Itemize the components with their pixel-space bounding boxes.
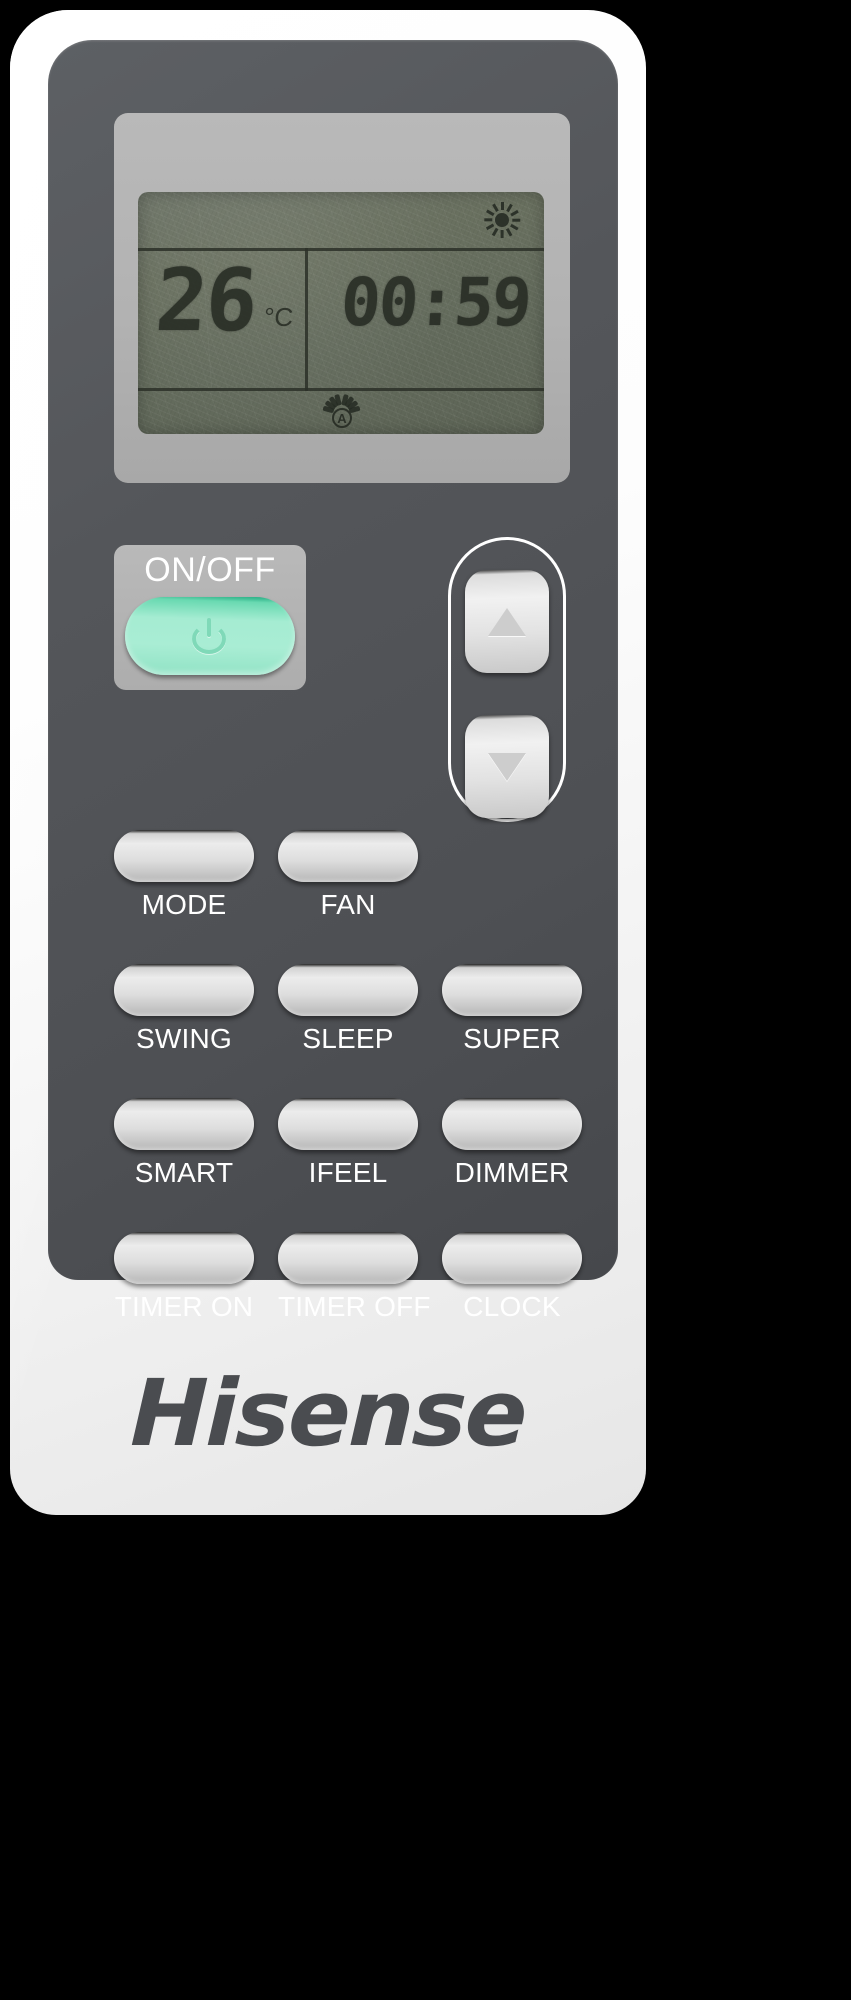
button-cell-mode[interactable]: MODE — [114, 830, 254, 921]
clock-readout: 00:59 — [330, 264, 533, 341]
button-cell-smart[interactable]: SMART — [114, 1098, 254, 1189]
smart-label: SMART — [134, 1157, 234, 1188]
dimmer-label: DIMMER — [454, 1157, 570, 1188]
temperature-unit: °C — [262, 302, 294, 332]
clock-button[interactable] — [442, 1232, 582, 1284]
fan-label: FAN — [320, 889, 376, 920]
timer-on-label: TIMER ON — [114, 1291, 254, 1322]
button-row-2: SWING SLEEP SUPER — [114, 964, 582, 1098]
button-cell-timer-on[interactable]: TIMER ON — [114, 1232, 254, 1323]
button-grid: MODE FAN SWING SLEEP SUPER SMART IFEEL D… — [114, 830, 582, 1366]
sleep-label: SLEEP — [302, 1023, 394, 1054]
button-cell-swing[interactable]: SWING — [114, 964, 254, 1055]
remote-body: 26 °C 00:59 A ON/OFF MODE FAN SWING SLEE… — [10, 10, 646, 1515]
button-cell-sleep[interactable]: SLEEP — [278, 964, 418, 1055]
button-cell-clock[interactable]: CLOCK — [442, 1232, 582, 1323]
temperature-down-button[interactable] — [465, 715, 549, 818]
button-row-1: MODE FAN — [114, 830, 582, 964]
mode-label: MODE — [141, 889, 227, 920]
power-label: ON/OFF — [144, 551, 276, 589]
triangle-up-icon — [488, 607, 526, 636]
fan-auto-letter: A — [332, 408, 352, 428]
fan-auto-icon: A — [313, 392, 369, 434]
lcd-screen: 26 °C 00:59 A — [138, 192, 544, 434]
super-label: SUPER — [463, 1023, 561, 1054]
brand-text: Hisense — [128, 1360, 528, 1467]
button-cell-super[interactable]: SUPER — [442, 964, 582, 1055]
mode-button[interactable] — [114, 830, 254, 882]
lcd-divider-vertical — [305, 248, 308, 391]
temperature-up-button[interactable] — [465, 570, 549, 673]
sun-icon — [484, 202, 521, 238]
sleep-button[interactable] — [278, 964, 418, 1016]
swing-label: SWING — [136, 1023, 232, 1054]
ifeel-label: IFEEL — [308, 1157, 388, 1188]
lcd-bezel: 26 °C 00:59 A — [114, 113, 570, 483]
triangle-down-icon — [488, 752, 526, 781]
timer-off-label: TIMER OFF — [278, 1291, 431, 1322]
power-pad: ON/OFF — [114, 545, 306, 690]
remote-faceplate: 26 °C 00:59 A ON/OFF MODE FAN SWING SLEE… — [48, 40, 618, 1322]
button-cell-dimmer[interactable]: DIMMER — [442, 1098, 582, 1189]
lcd-divider-bottom — [138, 388, 544, 391]
timer-on-button[interactable] — [114, 1232, 254, 1284]
button-cell-timer-off[interactable]: TIMER OFF — [278, 1232, 431, 1323]
smart-button[interactable] — [114, 1098, 254, 1150]
temperature-readout: 26 °C — [152, 251, 294, 351]
ifeel-button[interactable] — [278, 1098, 418, 1150]
clock-value: 00:59 — [338, 264, 533, 341]
super-button[interactable] — [442, 964, 582, 1016]
dimmer-button[interactable] — [442, 1098, 582, 1150]
power-icon — [192, 618, 228, 654]
power-button[interactable] — [125, 597, 295, 675]
screenshot-root: 26 °C 00:59 A ON/OFF MODE FAN SWING SLEE… — [0, 0, 851, 2000]
fan-button[interactable] — [278, 830, 418, 882]
brand-logo: Hisense — [10, 1360, 646, 1467]
clock-label: CLOCK — [463, 1291, 561, 1322]
swing-button[interactable] — [114, 964, 254, 1016]
button-row-3: SMART IFEEL DIMMER — [114, 1098, 582, 1232]
button-cell-ifeel[interactable]: IFEEL — [278, 1098, 418, 1189]
button-cell-fan[interactable]: FAN — [278, 830, 418, 921]
temperature-value: 26 — [152, 251, 260, 351]
button-row-4: TIMER ON TIMER OFF CLOCK — [114, 1232, 582, 1366]
timer-off-button[interactable] — [278, 1232, 418, 1284]
